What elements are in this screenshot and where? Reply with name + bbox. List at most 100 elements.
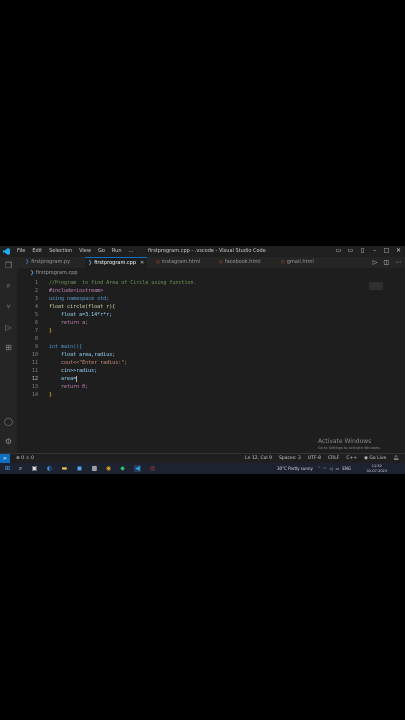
source-control-icon[interactable]: ⑂: [4, 302, 13, 311]
tab-facebook-html[interactable]: ◇ facebook.html: [219, 257, 261, 268]
line-number: 11: [31, 360, 38, 366]
line-number: 11: [31, 368, 38, 374]
line-number: 13: [31, 384, 38, 390]
code-text: float area,radius;: [49, 352, 116, 358]
menu-run[interactable]: Run: [112, 248, 122, 255]
search-icon[interactable]: ⌕: [4, 281, 13, 290]
minimize-icon[interactable]: –: [371, 247, 378, 254]
code-text: area=: [49, 376, 77, 382]
line-number: 10: [31, 352, 38, 358]
layout-icon[interactable]: ▯: [359, 247, 366, 254]
vscode-taskbar-icon[interactable]: ◀: [134, 465, 141, 472]
run-icon[interactable]: ▷: [373, 259, 378, 266]
line-number: 3: [34, 296, 38, 302]
editor-tabs: ❯ firstprogram.py ❯ firstprogram.cpp ✕ ◇ ins…: [17, 257, 405, 268]
close-icon[interactable]: ✕: [395, 247, 402, 254]
more-actions-icon[interactable]: ⋯: [395, 259, 401, 266]
window-title: firstprogram.cpp - .vscode - Visual Stud…: [148, 248, 266, 254]
maximize-icon[interactable]: □: [383, 247, 390, 254]
breadcrumb[interactable]: ❯ firstprogram.cpp: [30, 269, 78, 277]
line-number: 14: [31, 392, 38, 398]
breadcrumb-file: firstprogram.cpp: [35, 270, 78, 276]
system-tray: ˄ ◠ ◁ ▭ ENG: [318, 463, 351, 474]
title-bar: File Edit Selection View Go Run … firstp…: [0, 246, 405, 257]
watermark-subtitle: Go to Settings to activate Windows.: [318, 446, 381, 450]
account-icon[interactable]: ◯: [4, 417, 13, 426]
line-number: 7: [34, 328, 38, 334]
toggle-panel-icon[interactable]: ▭: [347, 247, 354, 254]
recorder-icon[interactable]: ◎: [149, 465, 156, 472]
chrome-icon[interactable]: ◉: [105, 465, 112, 472]
code-text: cin>>radius;: [49, 368, 98, 374]
code-text: #include<iostream>: [49, 288, 104, 294]
code-text: float circle(float r){: [49, 304, 116, 310]
tab-label: gmail.html: [286, 259, 314, 265]
line-number: 5: [34, 312, 38, 318]
chevron-up-icon[interactable]: ˄: [318, 463, 320, 474]
text-cursor: [76, 375, 78, 382]
extensions-icon[interactable]: ⊞: [4, 343, 13, 352]
tab-label: firstprogram.py: [31, 259, 71, 265]
menu-go[interactable]: Go: [98, 248, 105, 255]
cpp-icon: ❯: [88, 260, 93, 266]
activate-windows-watermark: Activate Windows Go to Settings to activ…: [318, 438, 381, 451]
activity-bar: ❐ ⌕ ⑂ ▷ ⊞ ◯ ⚙: [0, 257, 17, 457]
code-text: return 0;: [49, 384, 89, 390]
toggle-sidebar-icon[interactable]: ▭: [335, 247, 342, 254]
clock[interactable]: 11:52 02-07-2023: [367, 464, 387, 473]
battery-icon[interactable]: ▭: [336, 463, 340, 474]
code-text: float a=3.14*r*r;: [49, 312, 113, 318]
edge-icon[interactable]: ◐: [46, 465, 53, 472]
minimap[interactable]: [369, 282, 383, 290]
app-icon[interactable]: ▩: [91, 465, 98, 472]
menu-more[interactable]: …: [129, 248, 134, 255]
tab-gmail-html[interactable]: ◇ gmail.html: [281, 257, 314, 268]
code-text-with-cursor: area=: [49, 375, 78, 383]
explorer-icon[interactable]: ❐: [4, 261, 13, 270]
menu-view[interactable]: View: [79, 248, 91, 255]
line-number: 8: [34, 336, 38, 342]
vscode-logo-icon: [3, 248, 10, 255]
code-text: return a;: [49, 320, 89, 326]
volume-icon[interactable]: ◁: [330, 463, 333, 474]
code-text: cout<<"Enter radius:";: [49, 360, 128, 366]
editor-actions: ▷ ◫ ⋯: [373, 259, 401, 266]
menu-bar: File Edit Selection View Go Run …: [17, 248, 134, 255]
tab-label: firstprogram.cpp: [94, 260, 137, 266]
menu-selection[interactable]: Selection: [49, 248, 72, 255]
file-explorer-icon[interactable]: ▬: [61, 465, 68, 472]
split-editor-icon[interactable]: ◫: [383, 259, 389, 266]
line-number: 9: [34, 344, 38, 350]
line-number: 1: [34, 280, 38, 286]
weather-widget[interactable]: 30°C Partly sunny: [277, 463, 313, 474]
settings-gear-icon[interactable]: ⚙: [4, 437, 13, 446]
run-debug-icon[interactable]: ▷: [4, 323, 13, 332]
store-icon[interactable]: ◼: [76, 465, 83, 472]
line-number: 6: [34, 320, 38, 326]
code-text: }: [49, 392, 53, 398]
tab-instagram-html[interactable]: ◇ instagram.html: [156, 257, 200, 268]
cpp-icon: ❯: [30, 270, 35, 276]
close-icon[interactable]: ✕: [140, 260, 144, 266]
search-icon[interactable]: ⌕: [17, 465, 24, 472]
python-icon: ❯: [25, 259, 30, 265]
wifi-icon[interactable]: ◠: [323, 463, 327, 474]
task-view-icon[interactable]: ▣: [31, 465, 38, 472]
html-icon: ◇: [156, 259, 160, 265]
tab-firstprogram-cpp[interactable]: ❯ firstprogram.cpp ✕: [85, 257, 148, 268]
code-text: using namespace std;: [49, 296, 110, 302]
code-editor[interactable]: 1 //Program to find Area of Circle using …: [17, 279, 405, 409]
tab-firstprogram-py[interactable]: ❯ firstprogram.py: [25, 257, 70, 268]
windows-taskbar: ⊞ ⌕ ▣ ◐ ▬ ◼ ▩ ◉ ◆ ◀ ◎ 30°C Partly sunny …: [0, 463, 405, 474]
menu-edit[interactable]: Edit: [32, 248, 42, 255]
menu-file[interactable]: File: [17, 248, 25, 255]
input-language[interactable]: ENG: [342, 463, 351, 474]
app-green-icon[interactable]: ◆: [119, 465, 126, 472]
code-text: //Program to find Area of Circle using f…: [49, 280, 197, 286]
clock-date: 02-07-2023: [366, 468, 387, 473]
code-text: int main(){: [49, 344, 83, 350]
windows-start-icon[interactable]: ⊞: [4, 465, 11, 472]
tab-label: instagram.html: [161, 259, 201, 265]
line-number: 4: [34, 304, 38, 310]
vscode-window: File Edit Selection View Go Run … firstp…: [0, 246, 405, 474]
